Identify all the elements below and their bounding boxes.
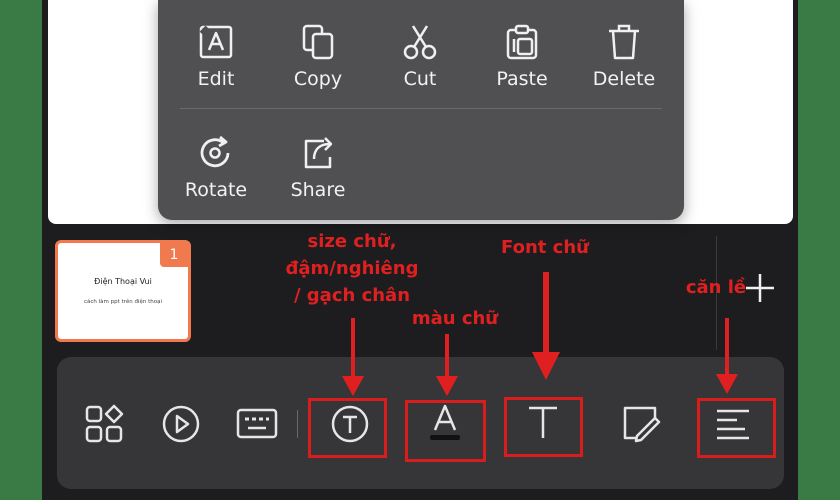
menu-label-copy: Copy xyxy=(293,68,343,90)
layout-icon[interactable] xyxy=(82,402,126,446)
menu-item-paste[interactable]: Paste xyxy=(472,22,572,112)
arrow-text-style xyxy=(342,318,364,396)
menu-label-cut: Cut xyxy=(403,68,437,90)
annotation-size-style: size chữ, đậm/nghiêng / gạch chân xyxy=(272,228,432,309)
arrow-font-color xyxy=(436,334,458,396)
rotate-icon xyxy=(200,135,230,168)
thumbnail-title: Điện Thoại Vui xyxy=(94,277,152,286)
menu-item-delete[interactable]: Delete xyxy=(574,22,674,112)
edit-text-icon xyxy=(199,25,233,59)
annotation-font-color: màu chữ xyxy=(411,308,499,329)
highlight-font-color xyxy=(405,400,486,462)
share-icon xyxy=(304,137,333,169)
menu-label-rotate: Rotate xyxy=(184,179,248,201)
keyboard-icon[interactable] xyxy=(235,402,279,446)
menu-label-paste: Paste xyxy=(496,68,548,90)
arrow-align xyxy=(716,318,738,394)
menu-item-share[interactable]: Share xyxy=(268,133,368,223)
slide-thumbnail[interactable]: 1 Điện Thoại Vui cách làm ppt trên điện … xyxy=(55,240,191,342)
annotation-size-line: size chữ, xyxy=(307,231,397,252)
highlight-text-style xyxy=(308,398,387,458)
menu-item-copy[interactable]: Copy xyxy=(268,22,368,112)
menu-divider xyxy=(180,108,662,109)
annotation-align: căn lề xyxy=(685,277,747,298)
toolbar-separator xyxy=(297,410,298,438)
menu-label-delete: Delete xyxy=(592,68,656,90)
menu-item-rotate[interactable]: Rotate xyxy=(166,133,266,223)
copy-icon xyxy=(302,24,334,60)
menu-item-cut[interactable]: Cut xyxy=(370,22,470,112)
menu-label-edit: Edit xyxy=(197,68,235,90)
slide-number-badge: 1 xyxy=(160,243,188,267)
menu-label-share: Share xyxy=(290,179,346,201)
highlight-font xyxy=(504,397,583,457)
draw-icon[interactable] xyxy=(619,402,663,446)
thumbnail-subtitle: cách làm ppt trên điện thoại xyxy=(83,299,162,305)
menu-item-edit[interactable]: Edit xyxy=(166,22,266,112)
paste-icon xyxy=(506,24,538,60)
highlight-align xyxy=(697,398,776,458)
trash-icon xyxy=(609,24,639,60)
annotation-style-line: đậm/nghiêng xyxy=(285,258,419,279)
play-icon[interactable] xyxy=(159,402,203,446)
arrow-font xyxy=(532,272,560,380)
annotation-font: Font chữ xyxy=(501,237,589,258)
context-menu: Edit Copy Cut Paste Delete Rotate Share xyxy=(158,0,684,220)
annotation-underline-line: / gạch chân xyxy=(293,285,411,306)
scissors-icon xyxy=(403,25,437,60)
